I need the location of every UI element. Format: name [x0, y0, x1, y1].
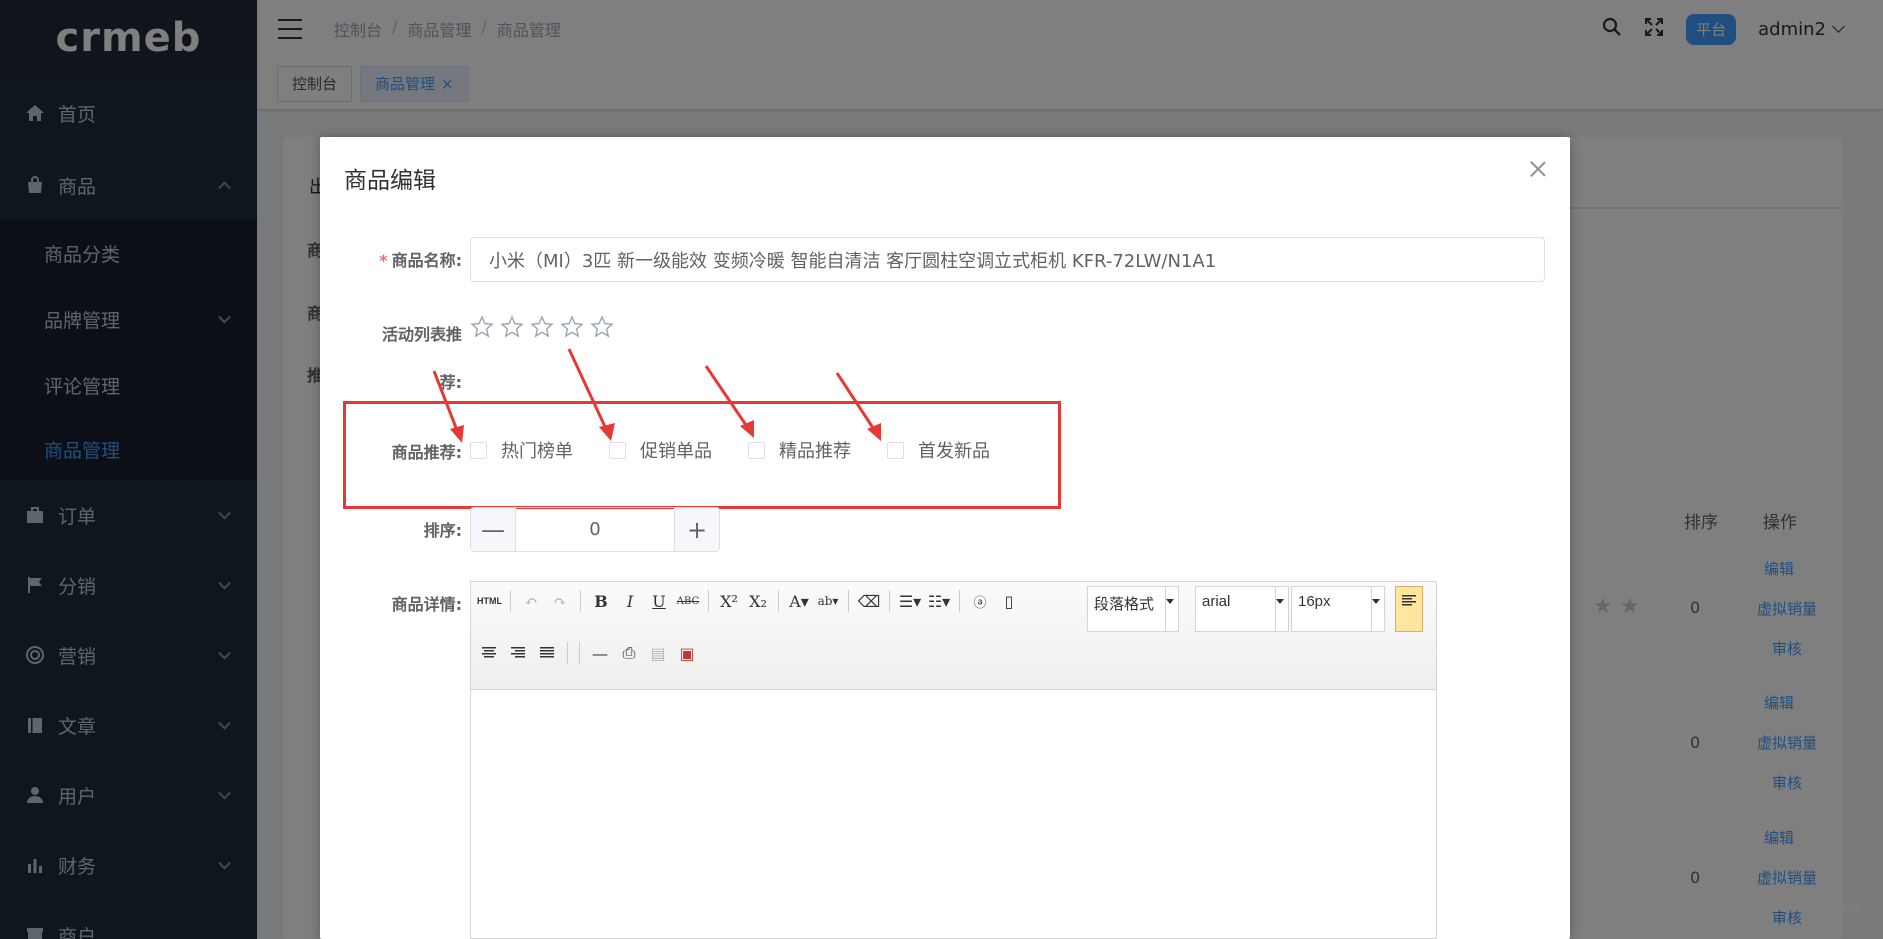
bold-icon[interactable]: B — [589, 588, 613, 614]
sort-stepper: — 0 + — [470, 507, 720, 552]
paste-icon[interactable]: ▤ — [646, 640, 670, 666]
star-outline-icon[interactable] — [530, 315, 554, 343]
activity-rating — [470, 315, 614, 343]
insert-image-icon[interactable]: ▣ — [675, 640, 699, 666]
checkbox-label: 促销单品 — [640, 441, 712, 462]
checkbox[interactable] — [609, 441, 626, 459]
recommend-checkbox-group: 热门榜单 促销单品 精品推荐 首发新品 — [470, 437, 990, 463]
dropdown-arrow-icon — [1372, 599, 1380, 604]
select-divider — [1275, 587, 1276, 631]
annotation-arrow — [567, 348, 615, 441]
recommend-label: 商品推荐: — [391, 443, 462, 462]
editor-content-area[interactable] — [471, 690, 1436, 938]
checkbox-label: 热门榜单 — [501, 441, 573, 462]
toolbar-row: HTML ↶ ↷ B I U ABC X² X₂ A▾ ab▾ ⌫ ☰▾ ☷▾ — [477, 586, 1021, 616]
checkbox[interactable] — [470, 441, 487, 459]
sort-input[interactable]: 0 — [516, 508, 674, 551]
toolbar-separator — [848, 590, 849, 612]
decrement-button[interactable]: — — [471, 508, 516, 551]
italic-icon[interactable]: I — [618, 588, 642, 614]
star-outline-icon[interactable] — [500, 315, 524, 343]
html-source-button[interactable]: HTML — [477, 588, 502, 614]
star-outline-icon[interactable] — [590, 315, 614, 343]
toolbar-separator — [510, 590, 511, 612]
toolbar-separator — [580, 590, 581, 612]
print-icon[interactable]: ⎙ — [617, 640, 641, 666]
subscript-icon[interactable]: X₂ — [746, 588, 770, 614]
dropdown-arrow-icon — [1166, 599, 1174, 604]
product-name-input[interactable]: 小米（MI）3匹 新一级能效 变频冷暖 智能自清洁 客厅圆柱空调立式柜机 KFR… — [470, 237, 1545, 282]
checkbox-new-arrival[interactable]: 首发新品 — [887, 437, 990, 463]
checkbox[interactable] — [887, 441, 904, 459]
toolbar-separator — [579, 642, 580, 664]
annotation-arrow — [704, 365, 754, 438]
redo-icon[interactable]: ↷ — [548, 588, 572, 614]
detail-label: 商品详情: — [391, 595, 462, 614]
increment-button[interactable]: + — [674, 508, 719, 551]
font-size-select[interactable]: 16px — [1291, 586, 1385, 632]
select-divider — [1165, 587, 1166, 631]
checkbox-label: 精品推荐 — [779, 441, 851, 462]
toolbar-row: — ⎙ ▤ ▣ — [477, 638, 699, 668]
align-center-icon[interactable] — [477, 640, 501, 666]
ordered-list-icon[interactable]: ☰▾ — [898, 588, 922, 614]
align-justify-icon[interactable] — [535, 640, 559, 666]
checkbox-hot-list[interactable]: 热门榜单 — [470, 437, 573, 463]
select-value: 16px — [1298, 593, 1331, 610]
toolbar-separator — [889, 590, 890, 612]
strikethrough-icon[interactable]: ABC — [676, 588, 700, 614]
checkbox[interactable] — [748, 441, 765, 459]
toolbar-separator — [778, 590, 779, 612]
checkbox-promotion[interactable]: 促销单品 — [609, 437, 712, 463]
star-outline-icon[interactable] — [560, 315, 584, 343]
checkbox-featured[interactable]: 精品推荐 — [748, 437, 851, 463]
align-right-icon[interactable] — [506, 640, 530, 666]
name-label: * 商品名称: — [350, 247, 462, 271]
select-divider — [1371, 587, 1372, 631]
annotation-arrow — [432, 370, 464, 443]
required-marker: * — [379, 251, 388, 270]
product-edit-dialog: 商品编辑 * 商品名称: 小米（MI）3匹 新一级能效 变频冷暖 智能自清洁 客厅… — [320, 137, 1570, 939]
input-value: 小米（MI）3匹 新一级能效 变频冷暖 智能自清洁 客厅圆柱空调立式柜机 KFR… — [489, 250, 1217, 272]
paragraph-format-select[interactable]: 段落格式 — [1087, 586, 1179, 632]
unordered-list-icon[interactable]: ☷▾ — [927, 588, 951, 614]
insert-anchor-icon[interactable]: ⓐ — [968, 588, 992, 614]
font-family-select[interactable]: arial — [1195, 586, 1289, 632]
sort-label: 排序: — [423, 521, 462, 540]
rich-text-editor: HTML ↶ ↷ B I U ABC X² X₂ A▾ ab▾ ⌫ ☰▾ ☷▾ — [470, 581, 1437, 939]
checkbox-label: 首发新品 — [918, 441, 990, 462]
dropdown-arrow-icon — [1276, 599, 1284, 604]
eraser-icon[interactable]: ⌫ — [857, 588, 881, 614]
underline-icon[interactable]: U — [647, 588, 671, 614]
toolbar-separator — [567, 642, 568, 664]
align-left-icon[interactable] — [1395, 586, 1423, 632]
font-color-icon[interactable]: A▾ — [787, 588, 811, 614]
select-value: arial — [1202, 593, 1231, 610]
dialog-title: 商品编辑 — [344, 168, 436, 194]
label-text: 活动列表推 — [381, 325, 462, 344]
undo-icon[interactable]: ↶ — [519, 588, 543, 614]
close-icon[interactable] — [1530, 161, 1546, 177]
background-color-icon[interactable]: ab▾ — [816, 588, 840, 614]
select-value: 段落格式 — [1094, 596, 1155, 613]
editor-toolbar: HTML ↶ ↷ B I U ABC X² X₂ A▾ ab▾ ⌫ ☰▾ ☷▾ — [471, 582, 1436, 690]
horizontal-rule-icon[interactable]: — — [588, 640, 612, 666]
superscript-icon[interactable]: X² — [717, 588, 741, 614]
blank-page-icon[interactable]: ▯ — [997, 588, 1021, 614]
star-outline-icon[interactable] — [470, 315, 494, 343]
toolbar-separator — [959, 590, 960, 612]
label-text: 商品名称: — [391, 251, 462, 270]
toolbar-separator — [708, 590, 709, 612]
